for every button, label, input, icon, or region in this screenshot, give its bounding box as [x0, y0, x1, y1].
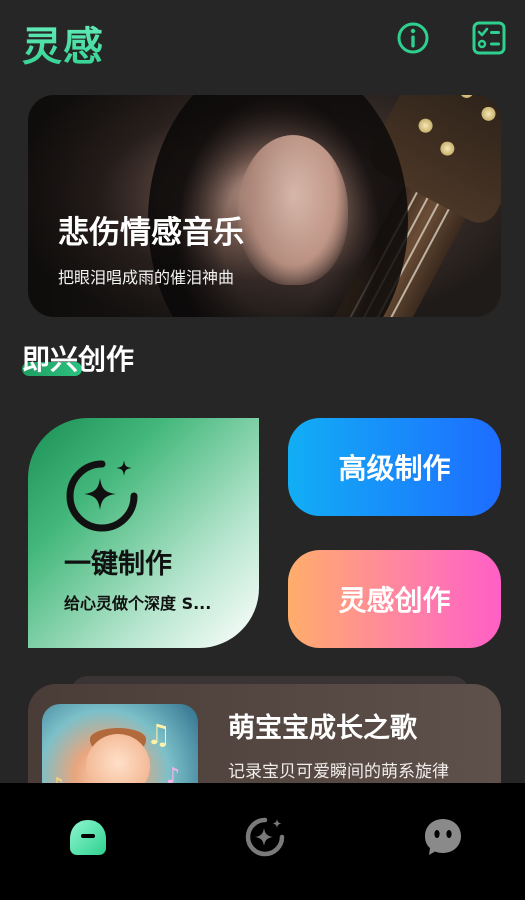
task-list-button[interactable]: [471, 20, 507, 56]
feed-title: 萌宝宝成长之歌: [228, 713, 417, 744]
home-icon: [70, 820, 106, 855]
chat-icon: [425, 819, 461, 855]
tab-home[interactable]: [68, 817, 108, 857]
tab-discover[interactable]: [245, 817, 285, 857]
info-button[interactable]: [395, 20, 431, 56]
tab-chat[interactable]: [423, 817, 463, 857]
feed-subtitle: 记录宝贝可爱瞬间的萌系旋律: [228, 762, 449, 782]
banner-subtitle: 把眼泪唱成雨的催泪神曲: [58, 268, 235, 287]
info-icon: [397, 22, 429, 54]
bottom-tab-bar: [0, 783, 525, 900]
one-click-title: 一键制作: [64, 549, 172, 580]
inspiration-create-button[interactable]: 灵感创作: [288, 550, 501, 648]
inspiration-create-label: 灵感创作: [338, 584, 451, 617]
discover-icon: [245, 817, 285, 857]
app-title: 灵感: [22, 14, 104, 72]
checklist-icon: [472, 21, 506, 55]
sparkle-icon: [66, 460, 138, 532]
one-click-create-card[interactable]: 一键制作 给心灵做个深度 S...: [28, 418, 259, 648]
header: 灵感: [0, 0, 525, 90]
advanced-create-label: 高级制作: [338, 452, 451, 485]
banner-title: 悲伤情感音乐: [58, 215, 244, 251]
banner-sad-music[interactable]: 悲伤情感音乐 把眼泪唱成雨的催泪神曲: [28, 95, 501, 317]
one-click-subtitle: 给心灵做个深度 S...: [64, 594, 212, 613]
section-title: 即兴创作: [22, 343, 135, 376]
advanced-create-button[interactable]: 高级制作: [288, 418, 501, 516]
